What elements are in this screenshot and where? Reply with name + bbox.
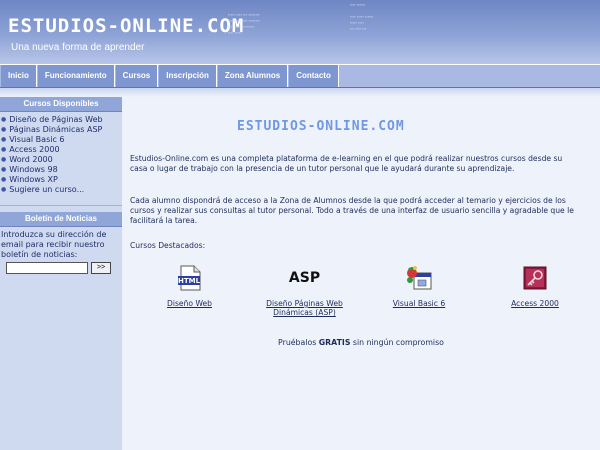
courses-list: Diseño de Páginas Web Páginas Dinámicas …: [0, 115, 122, 195]
promo-prefix: Pruébalos: [278, 338, 319, 347]
featured-course-label[interactable]: Diseño Páginas Web Dinámicas (ASP): [252, 299, 357, 317]
sidebar-item-word[interactable]: Word 2000: [0, 155, 122, 165]
site-header: ESTUDIOS-ONLINE.COM Una nueva forma de a…: [0, 0, 600, 64]
promo-text: Pruébalos GRATIS sin ningún compromiso: [122, 338, 600, 347]
promo-suffix: sin ningún compromiso: [350, 338, 444, 347]
featured-course-label[interactable]: Access 2000: [495, 299, 575, 308]
visual-basic-icon: [379, 265, 459, 291]
intro-paragraph: Estudios-Online.com es una completa plat…: [130, 154, 563, 173]
html-icon: HTML: [152, 265, 227, 291]
sidebar-item-access[interactable]: Access 2000: [0, 145, 122, 155]
featured-course-asp[interactable]: ASP Diseño Páginas Web Dinámicas (ASP): [252, 265, 357, 317]
nav-inicio[interactable]: Inicio: [0, 65, 37, 87]
newsletter-text: Introduzca su dirección de email para re…: [1, 230, 107, 259]
sidebar-item-sugiere[interactable]: Sugiere un curso...: [0, 185, 122, 195]
nav-inscripcion[interactable]: Inscripción: [158, 65, 217, 87]
newsletter-submit-button[interactable]: >>: [91, 262, 111, 274]
sidebar-item-windows-98[interactable]: Windows 98: [0, 165, 122, 175]
asp-icon: ASP: [252, 265, 357, 291]
newsletter-email-input[interactable]: [6, 262, 88, 274]
newsletter-form: >>: [0, 262, 122, 274]
courses-heading: Cursos Disponibles: [0, 97, 122, 112]
main-logo: ESTUDIOS-ONLINE.COM: [237, 119, 405, 134]
sidebar-item-asp[interactable]: Páginas Dinámicas ASP: [0, 125, 122, 135]
sidebar-item-windows-xp[interactable]: Windows XP: [0, 175, 122, 185]
nav-cursos[interactable]: Cursos: [114, 65, 159, 87]
header-divider: [0, 88, 600, 97]
featured-course-visual-basic[interactable]: Visual Basic 6: [379, 265, 459, 308]
nav-contacto[interactable]: Contacto: [288, 65, 339, 87]
svg-text:HTML: HTML: [177, 277, 200, 285]
sidebar-item-diseno-web[interactable]: Diseño de Páginas Web: [0, 115, 122, 125]
main-content: ESTUDIOS-ONLINE.COM Estudios-Online.com …: [122, 97, 600, 450]
newsletter-heading: Boletín de Noticias: [0, 212, 122, 227]
sidebar-item-visual-basic[interactable]: Visual Basic 6: [0, 135, 122, 145]
featured-heading: Cursos Destacados:: [130, 241, 206, 250]
access-icon: [495, 265, 575, 291]
featured-course-diseno-web[interactable]: HTML Diseño Web: [152, 265, 227, 308]
nav-filler: [338, 65, 600, 87]
sidebar: Cursos Disponibles Diseño de Páginas Web…: [0, 97, 122, 450]
site-tagline: Una nueva forma de aprender: [11, 42, 145, 53]
main-nav: Inicio Funcionamiento Cursos Inscripción…: [0, 64, 600, 88]
site-logo[interactable]: ESTUDIOS-ONLINE.COM: [8, 15, 244, 37]
header-watermark-text: ▪▪▪▪▪ ▪▪▪▪ ▪▪▪ ▪▪▪▪▪▪▪▪ ▪▪▪▪▪▪▪▪▪ ▪▪▪▪ ▪▪…: [228, 12, 260, 35]
featured-course-label[interactable]: Diseño Web: [152, 299, 227, 308]
nav-funcionamiento[interactable]: Funcionamiento: [36, 65, 115, 87]
nav-zona-alumnos[interactable]: Zona Alumnos: [216, 65, 289, 87]
promo-free-label: GRATIS: [318, 338, 351, 347]
header-watermark-text-2: ▪▪▪▪ ▪▪▪▪▪▪ ▪▪▪▪ ▪▪▪▪▪ ▪▪▪▪▪▪ ▪▪▪▪▪ ▪▪▪▪ ▪▪…: [350, 2, 374, 31]
featured-course-access[interactable]: Access 2000: [495, 265, 575, 308]
access-paragraph: Cada alumno dispondrá de acceso a la Zon…: [130, 196, 574, 225]
asp-icon-text: ASP: [288, 270, 321, 286]
sidebar-divider: [0, 205, 122, 206]
featured-course-label[interactable]: Visual Basic 6: [379, 299, 459, 308]
